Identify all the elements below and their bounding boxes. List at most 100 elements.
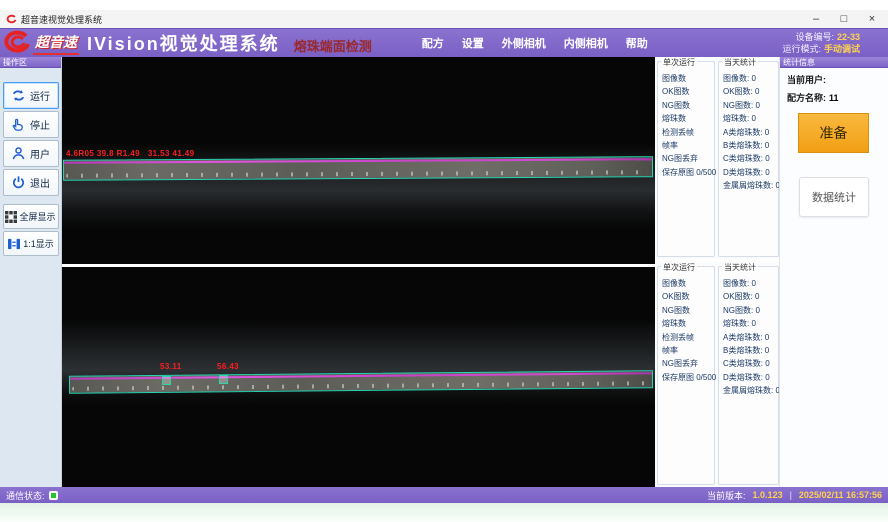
prepare-button[interactable]: 准备 — [798, 113, 869, 153]
stat-row: 熔珠数 — [662, 112, 714, 125]
run-icon — [11, 88, 26, 103]
app-header: 超音速 IVision视觉处理系统 熔珠端面检测 配方 设置 外侧相机 内侧相机… — [0, 28, 888, 57]
app-title: IVision视觉处理系统 — [87, 30, 280, 56]
stat-row: 熔珠数: 0 — [723, 317, 778, 330]
run-button-label: 运行 — [30, 88, 50, 103]
version-label: 当前版本: — [707, 489, 746, 502]
brand-name: 超音速 — [33, 32, 79, 55]
run-mode-value: 手动调试 — [824, 44, 860, 54]
close-icon[interactable]: × — [858, 10, 886, 28]
stat-row: NG图数 — [662, 99, 714, 112]
run-button[interactable]: 运行 — [3, 82, 59, 109]
stat-row: A类熔珠数: 0 — [723, 331, 778, 344]
camera-top-measurement-text: 4.6R05 39.8 R1.49 31.53 41.49 — [66, 149, 195, 158]
fullscreen-button-label: 全屏显示 — [19, 210, 55, 223]
statistics-info-panel: 统计信息 当前用户: 配方名称:11 准备 数据统计 — [779, 57, 888, 487]
comm-status-led-icon — [49, 491, 58, 500]
app-subtitle: 熔珠端面检测 — [294, 36, 372, 55]
datetime: 2025/02/11 16:57:56 — [799, 490, 882, 500]
power-icon — [11, 175, 26, 190]
camera-bottom-measurement-2: 56.43 — [217, 362, 239, 371]
user-button[interactable]: 用户 — [3, 140, 59, 167]
single-run-title: 单次运行 — [661, 262, 697, 273]
single-run-groupbox: 单次运行 图像数 OK图数 NG图数 熔珠数 检测丢帧 帧率 NG图丢弃 保存原… — [657, 61, 715, 257]
device-number-label: 设备编号: — [795, 32, 834, 42]
user-icon — [11, 146, 26, 161]
desktop-strip — [0, 503, 888, 522]
stat-row: NG图数: 0 — [723, 99, 778, 112]
stat-row: NG图数: 0 — [723, 304, 778, 317]
recipe-name-value: 11 — [829, 93, 839, 103]
hand-stop-icon — [11, 117, 26, 132]
stats-section-bottom: 单次运行 图像数 OK图数 NG图数 熔珠数 检测丢帧 帧率 NG图丢弃 保存原… — [655, 262, 779, 487]
stat-row: 保存原图 0/500 — [662, 166, 714, 179]
single-run-title: 单次运行 — [661, 57, 697, 68]
maximize-icon[interactable]: □ — [830, 10, 858, 28]
stat-row: 帧率 — [662, 139, 714, 152]
os-titlebar: 超音速视觉处理系统 – □ × — [0, 10, 888, 28]
daily-stats-groupbox: 当天统计 图像数: 0 OK图数: 0 NG图数: 0 熔珠数: 0 A类熔珠数… — [718, 61, 779, 257]
menu-outer-camera[interactable]: 外侧相机 — [502, 35, 546, 51]
camera-view-bottom: 53.11 56.43 — [62, 267, 655, 487]
sidebar-title: 操作区 — [0, 57, 61, 68]
app-window: 超音速视觉处理系统 – □ × 超音速 IVision视觉处理系统 熔珠端面检测… — [0, 0, 888, 522]
one-to-one-button[interactable]: 1:1显示 — [3, 231, 59, 256]
camera-bottom-strip-roi — [69, 370, 653, 394]
single-run-groupbox: 单次运行 图像数 OK图数 NG图数 熔珠数 检测丢帧 帧率 NG图丢弃 保存原… — [657, 266, 715, 485]
stat-row: 检测丢帧 — [662, 126, 714, 139]
menu-help[interactable]: 帮助 — [626, 35, 648, 51]
stats-section-top: 单次运行 图像数 OK图数 NG图数 熔珠数 检测丢帧 帧率 NG图丢弃 保存原… — [655, 57, 779, 259]
stop-button[interactable]: 停止 — [3, 111, 59, 138]
fullscreen-button[interactable]: 全屏显示 — [3, 204, 59, 229]
stat-row: 图像数 — [662, 277, 714, 290]
minimize-icon[interactable]: – — [802, 10, 830, 28]
stat-row: 图像数 — [662, 72, 714, 85]
stat-row: 帧率 — [662, 344, 714, 357]
run-mode-label: 运行模式: — [782, 44, 821, 54]
stat-row: 熔珠数 — [662, 317, 714, 330]
one-to-one-icon — [7, 238, 21, 250]
info-panel-title: 统计信息 — [780, 57, 888, 68]
one-to-one-button-label: 1:1显示 — [23, 237, 54, 250]
stat-row: 金属屑熔珠数: 0 — [723, 384, 778, 397]
stat-row: NG图数 — [662, 304, 714, 317]
stat-row: OK图数 — [662, 85, 714, 98]
brand-swirl-icon — [2, 30, 32, 56]
current-user-label: 当前用户: — [787, 75, 826, 85]
stat-row: D类熔珠数: 0 — [723, 371, 778, 384]
menu-recipe[interactable]: 配方 — [422, 35, 444, 51]
stat-row: OK图数: 0 — [723, 85, 778, 98]
version-value: 1.0.123 — [753, 490, 783, 500]
stat-row: 图像数: 0 — [723, 277, 778, 290]
menu-settings[interactable]: 设置 — [462, 35, 484, 51]
device-info: 设备编号:22-33 运行模式:手动调试 — [782, 31, 860, 55]
exit-button-label: 退出 — [30, 175, 50, 190]
stat-row: A类熔珠数: 0 — [723, 126, 778, 139]
recipe-name-label: 配方名称: — [787, 93, 826, 103]
stat-row: 检测丢帧 — [662, 331, 714, 344]
data-statistics-button[interactable]: 数据统计 — [799, 177, 869, 217]
operation-sidebar: 操作区 运行 停止 — [0, 57, 62, 487]
stat-row: 金属屑熔珠数: 0 — [723, 179, 778, 192]
status-separator: | — [790, 490, 792, 500]
app-logo-icon — [6, 14, 17, 25]
stat-row: 保存原图 0/500 — [662, 371, 714, 384]
comm-status-label: 通信状态: — [6, 489, 45, 502]
menu-inner-camera[interactable]: 内侧相机 — [564, 35, 608, 51]
camera-bottom-defect-marker-1 — [162, 376, 171, 385]
window-title: 超音速视觉处理系统 — [21, 13, 102, 26]
stat-row: 图像数: 0 — [723, 72, 778, 85]
stat-row: OK图数 — [662, 290, 714, 303]
daily-stats-title: 当天统计 — [722, 262, 758, 273]
stat-row: C类熔珠数: 0 — [723, 152, 778, 165]
main-menu: 配方 设置 外侧相机 内侧相机 帮助 — [422, 35, 648, 51]
fullscreen-icon — [5, 211, 17, 223]
device-number-value: 22-33 — [837, 32, 860, 42]
camera-view-top: 4.6R05 39.8 R1.49 31.53 41.49 — [62, 57, 655, 264]
exit-button[interactable]: 退出 — [3, 169, 59, 196]
camera-top-strip-roi — [63, 156, 653, 181]
camera-bottom-defect-marker-2 — [219, 375, 228, 384]
stat-row: D类熔珠数: 0 — [723, 166, 778, 179]
camera-bottom-measurement-1: 53.11 — [160, 362, 182, 371]
stat-row: 熔珠数: 0 — [723, 112, 778, 125]
